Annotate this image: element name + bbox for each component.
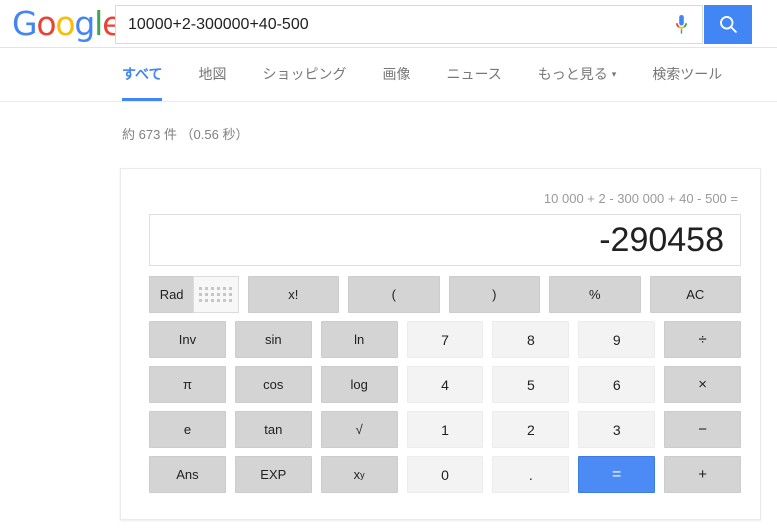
sqrt-button[interactable]: √ — [320, 411, 398, 448]
digit-0-button[interactable]: 0 — [406, 456, 484, 493]
keypad-row: π cos log 4 5 6 × — [149, 366, 742, 403]
tab-label: ショッピング — [262, 65, 347, 82]
keypad-row: Inv sin ln 7 8 9 ÷ — [149, 321, 742, 358]
search-input[interactable] — [116, 6, 660, 43]
ln-button[interactable]: ln — [320, 321, 398, 358]
search-tabs-bar: すべて 地図 ショッピング 画像 ニュース もっと見る ▾ 検索ツール — [0, 48, 777, 102]
tan-button[interactable]: tan — [234, 411, 312, 448]
search-results-page: Google すべて地図ショッピング画像ニュースもっと見る▾検索ツール — [0, 0, 777, 528]
calculator-expression: 10 000 + 2 - 300 000 + 40 - 500 = — [543, 191, 738, 206]
microphone-icon[interactable] — [660, 6, 702, 43]
search-tabs: すべて 地図 ショッピング 画像 ニュース もっと見る ▾ 検索ツール — [122, 48, 758, 101]
tab-0[interactable]: すべて — [122, 64, 163, 101]
divide-button[interactable]: ÷ — [664, 321, 742, 358]
cos-button[interactable]: cos — [234, 366, 312, 403]
angle-unit-toggle: Rad — [149, 276, 239, 313]
digit-1-button[interactable]: 1 — [406, 411, 484, 448]
tab-2[interactable]: ショッピング — [262, 64, 346, 86]
digit-2-button[interactable]: 2 — [492, 411, 570, 448]
calculator-card: 10 000 + 2 - 300 000 + 40 - 500 = -29045… — [120, 168, 761, 520]
keypad-row: e tan √ 1 2 3− — [149, 411, 742, 448]
calculator-keypad: Rad x!()% AC Inv sin ln 7 8 9 ÷ π cos log 4 5 6 × e tan √ 1 2… — [149, 276, 742, 493]
logo-letter-4: l — [94, 4, 103, 43]
tab-3[interactable]: 画像 — [382, 64, 410, 86]
logo-letter-1: o — [36, 4, 56, 43]
digit-3-button[interactable]: 3 — [578, 411, 656, 448]
pi-button[interactable]: π — [149, 366, 226, 403]
key-superscript: y — [360, 469, 365, 480]
chevron-down-icon: ▾ — [611, 69, 617, 80]
digit-6-button[interactable]: 6 — [578, 366, 656, 403]
calculator-result: -290458 — [599, 220, 724, 259]
power-button[interactable]: xy — [320, 456, 398, 493]
keypad-row: Ans EXP x y 0. = + — [149, 456, 742, 493]
tab-label: ニュース — [446, 65, 502, 82]
tab-label: すべて — [122, 65, 163, 82]
search-button[interactable] — [704, 5, 752, 44]
answer-button[interactable]: Ans — [149, 456, 226, 493]
page-header: Google — [0, 0, 777, 48]
log-button[interactable]: log — [320, 366, 398, 403]
search-box — [115, 5, 703, 44]
close-paren-button[interactable]: ) — [448, 276, 540, 313]
logo-letter-2: o — [55, 4, 75, 43]
active-tab-underline — [122, 97, 163, 101]
tab-label: 画像 — [382, 65, 411, 82]
keypad-row: Rad x!()% AC — [149, 276, 741, 313]
inverse-button[interactable]: Inv — [149, 321, 226, 358]
google-logo[interactable]: Google — [12, 4, 122, 43]
multiply-button[interactable]: × — [664, 366, 742, 403]
sin-button[interactable]: sin — [234, 321, 312, 358]
tab-1[interactable]: 地図 — [198, 64, 226, 86]
keypad-icon[interactable] — [193, 276, 239, 313]
tab-label: 地図 — [198, 65, 227, 82]
tab-6[interactable]: 検索ツール — [652, 64, 722, 86]
plus-button[interactable]: + — [664, 456, 742, 493]
all-clear-button[interactable]: AC — [649, 276, 741, 313]
equals-button[interactable]: = — [578, 456, 656, 493]
digit-8-button[interactable]: 8 — [492, 321, 570, 358]
open-paren-button[interactable]: ( — [348, 276, 440, 313]
calculator-display[interactable]: -290458 — [149, 214, 741, 266]
digit-5-button[interactable]: 5 — [492, 366, 570, 403]
logo-letter-3: g — [74, 4, 95, 43]
decimal-point-button[interactable]: . — [492, 456, 570, 493]
tab-label: もっと見る — [537, 65, 608, 82]
tab-label: 検索ツール — [652, 65, 723, 82]
digit-9-button[interactable]: 9 — [578, 321, 656, 358]
digit-4-button[interactable]: 4 — [406, 366, 484, 403]
logo-letter-0: G — [12, 4, 38, 43]
digit-7-button[interactable]: 7 — [406, 321, 484, 358]
euler-button[interactable]: e — [149, 411, 226, 448]
factorial-button[interactable]: x! — [247, 276, 339, 313]
minus-button[interactable]: − — [664, 411, 742, 448]
percent-button[interactable]: % — [549, 276, 641, 313]
tab-5[interactable]: もっと見る ▾ — [538, 64, 617, 86]
tab-4[interactable]: ニュース — [446, 64, 501, 86]
exponent-button[interactable]: EXP — [234, 456, 312, 493]
keypad-grid-icon — [199, 287, 233, 302]
result-stats: 約 673 件 （0.56 秒） — [122, 127, 249, 142]
rad-button[interactable]: Rad — [149, 276, 194, 313]
